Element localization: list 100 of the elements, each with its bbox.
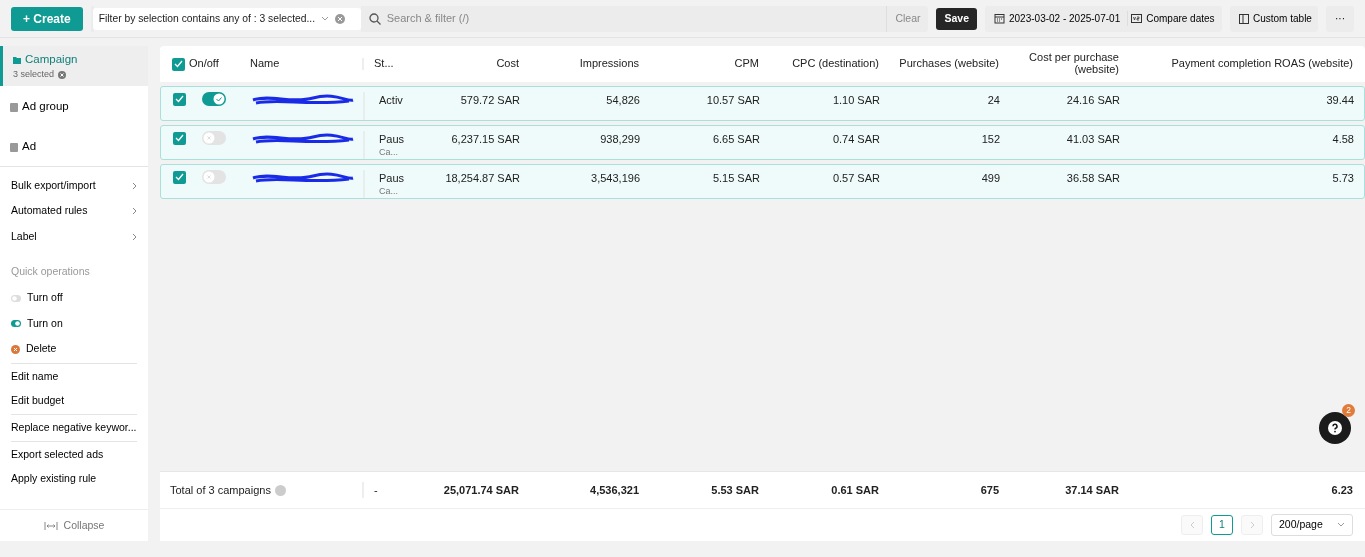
- table-cell: 24: [987, 94, 1000, 106]
- chevron-right-icon: [132, 232, 137, 241]
- filter-text: Filter by selection contains any of : 3 selected...: [98, 11, 316, 26]
- quick-operation[interactable]: Turn off: [0, 285, 148, 311]
- table-cell: 579.72 SAR: [460, 94, 520, 106]
- filter-chip[interactable]: Filter by selection contains any of : 3 selected...: [92, 7, 361, 30]
- toggle-switch[interactable]: [202, 131, 226, 145]
- table-cell: 0.61 SAR: [831, 483, 879, 496]
- clear-icon: [335, 13, 346, 24]
- chevron-down-icon: [1337, 522, 1345, 528]
- collapse-button[interactable]: Collapse: [0, 509, 148, 541]
- chevron-right-icon: [132, 181, 137, 190]
- column-header: Purchases (website): [899, 57, 999, 70]
- table-cell: 6.65 SAR: [712, 133, 760, 145]
- page-icon: [10, 142, 18, 152]
- page-icon: [10, 102, 18, 112]
- table-cell: 1.10 SAR: [832, 94, 880, 106]
- table-row[interactable]: Activ 579.72 SAR 54,826 10.57 SAR 1.10 SAR 24 24.16 SAR 39.44: [160, 86, 1365, 121]
- checkbox[interactable]: [173, 131, 186, 145]
- checkbox[interactable]: [172, 57, 185, 71]
- search-field[interactable]: Search & filter (/): [384, 9, 685, 28]
- delete-icon: [11, 344, 20, 354]
- table-row[interactable]: Paus Ca... 18,254.87 SAR 3,543,196 5.15 SAR 0.57 SAR 499 36.58 SAR 5.73: [160, 164, 1365, 199]
- checkbox[interactable]: [173, 92, 186, 106]
- collapse-icon: [43, 521, 58, 530]
- quick-operation[interactable]: Turn on: [0, 310, 148, 337]
- question-icon: [1328, 421, 1342, 435]
- status-text: Paus: [379, 133, 405, 145]
- table-cell: 675: [980, 483, 999, 496]
- notification-badge: 2: [1342, 404, 1355, 417]
- table-cell: 39.44: [1326, 94, 1354, 106]
- table-cell: 10.57 SAR: [706, 94, 760, 106]
- column-header: St...: [374, 57, 394, 70]
- quick-operation[interactable]: Delete: [0, 336, 148, 362]
- table-cell: 499: [981, 172, 1000, 184]
- compare-dates-button[interactable]: Compare dates: [1127, 11, 1218, 26]
- total-label: Total of 3 campaigns: [170, 482, 271, 498]
- calendar-icon: [994, 13, 1005, 24]
- chevron-right-icon: [1249, 521, 1255, 529]
- date-range-button[interactable]: 2023-03-02 - 2025-07-01: [991, 11, 1124, 26]
- table-row[interactable]: Paus Ca... 6,237.15 SAR 938,299 6.65 SAR 0.74 SAR 152 41.03 SAR 4.58: [160, 125, 1365, 160]
- column-header: Cost per purchase (website): [1029, 51, 1119, 75]
- table-cell: 938,299: [600, 133, 640, 145]
- table-cell: 6.23: [1331, 483, 1353, 496]
- table-cell: 4.58: [1332, 133, 1354, 145]
- table-cell: 41.03 SAR: [1066, 133, 1120, 145]
- chevron-down-icon: [321, 15, 330, 22]
- page-size-select[interactable]: 200/page: [1271, 514, 1353, 536]
- help-button[interactable]: [1319, 412, 1351, 444]
- status-text: Activ: [379, 94, 403, 106]
- table-cell: 6,237.15 SAR: [451, 133, 520, 145]
- table-cell: 5.15 SAR: [712, 172, 760, 184]
- toggle-on-icon: [11, 320, 21, 327]
- clear-icon: [58, 70, 67, 79]
- section-heading: Quick operations: [10, 263, 91, 279]
- page-button[interactable]: 1: [1211, 515, 1233, 535]
- table-cell: 5.53 SAR: [711, 483, 759, 496]
- columns-icon: [1239, 13, 1249, 24]
- menu-item[interactable]: Bulk export/import: [0, 173, 148, 199]
- chevron-right-icon: [132, 207, 137, 216]
- table-cell: 5.73: [1332, 172, 1354, 184]
- folder-icon: [13, 54, 21, 64]
- search-box[interactable]: Search & filter (/): [360, 5, 887, 32]
- status-detail: Ca...: [379, 186, 399, 196]
- table-cell: -: [374, 483, 378, 496]
- column-header: Payment completion ROAS (website): [1171, 57, 1353, 70]
- chevron-left-icon: [1189, 521, 1195, 529]
- menu-item[interactable]: Edit budget: [0, 388, 148, 413]
- save-button[interactable]: Save: [936, 7, 977, 30]
- level-item[interactable]: Campaign 3 selected: [0, 46, 148, 86]
- toggle-switch[interactable]: [202, 170, 226, 184]
- column-header: On/off: [189, 58, 219, 70]
- column-header: CPC (destination): [792, 57, 879, 70]
- toggle-switch[interactable]: [202, 92, 226, 106]
- column-header: Cost: [496, 57, 519, 70]
- menu-item[interactable]: Edit name: [0, 364, 148, 389]
- table-cell: 36.58 SAR: [1066, 172, 1120, 184]
- column-header: CPM: [734, 57, 759, 70]
- toggle-off-icon: [11, 294, 21, 302]
- search-icon: [368, 12, 381, 25]
- column-header: Impressions: [579, 57, 639, 70]
- status-text: Paus: [379, 172, 405, 184]
- table-cell: 0.57 SAR: [832, 172, 880, 184]
- table-cell: 18,254.87 SAR: [445, 172, 520, 184]
- compare-icon: [1131, 13, 1143, 24]
- menu-item[interactable]: Replace negative keywor...: [0, 415, 148, 440]
- checkbox[interactable]: [173, 170, 186, 184]
- table-cell: 25,071.74 SAR: [443, 483, 519, 496]
- menu-item[interactable]: Export selected ads: [0, 442, 148, 467]
- menu-item[interactable]: Label: [0, 224, 148, 250]
- column-header: Name: [250, 57, 280, 70]
- table-cell: 24.16 SAR: [1066, 94, 1120, 106]
- table-cell: 3,543,196: [591, 172, 640, 184]
- table-cell: 4,536,321: [590, 483, 639, 496]
- table-cell: 0.74 SAR: [832, 133, 880, 145]
- table-cell: 54,826: [606, 94, 640, 106]
- menu-item[interactable]: Apply existing rule: [0, 466, 148, 491]
- menu-item[interactable]: Automated rules: [0, 198, 148, 224]
- selected-count: 3 selected: [13, 67, 55, 81]
- table-cell: 152: [981, 133, 1000, 145]
